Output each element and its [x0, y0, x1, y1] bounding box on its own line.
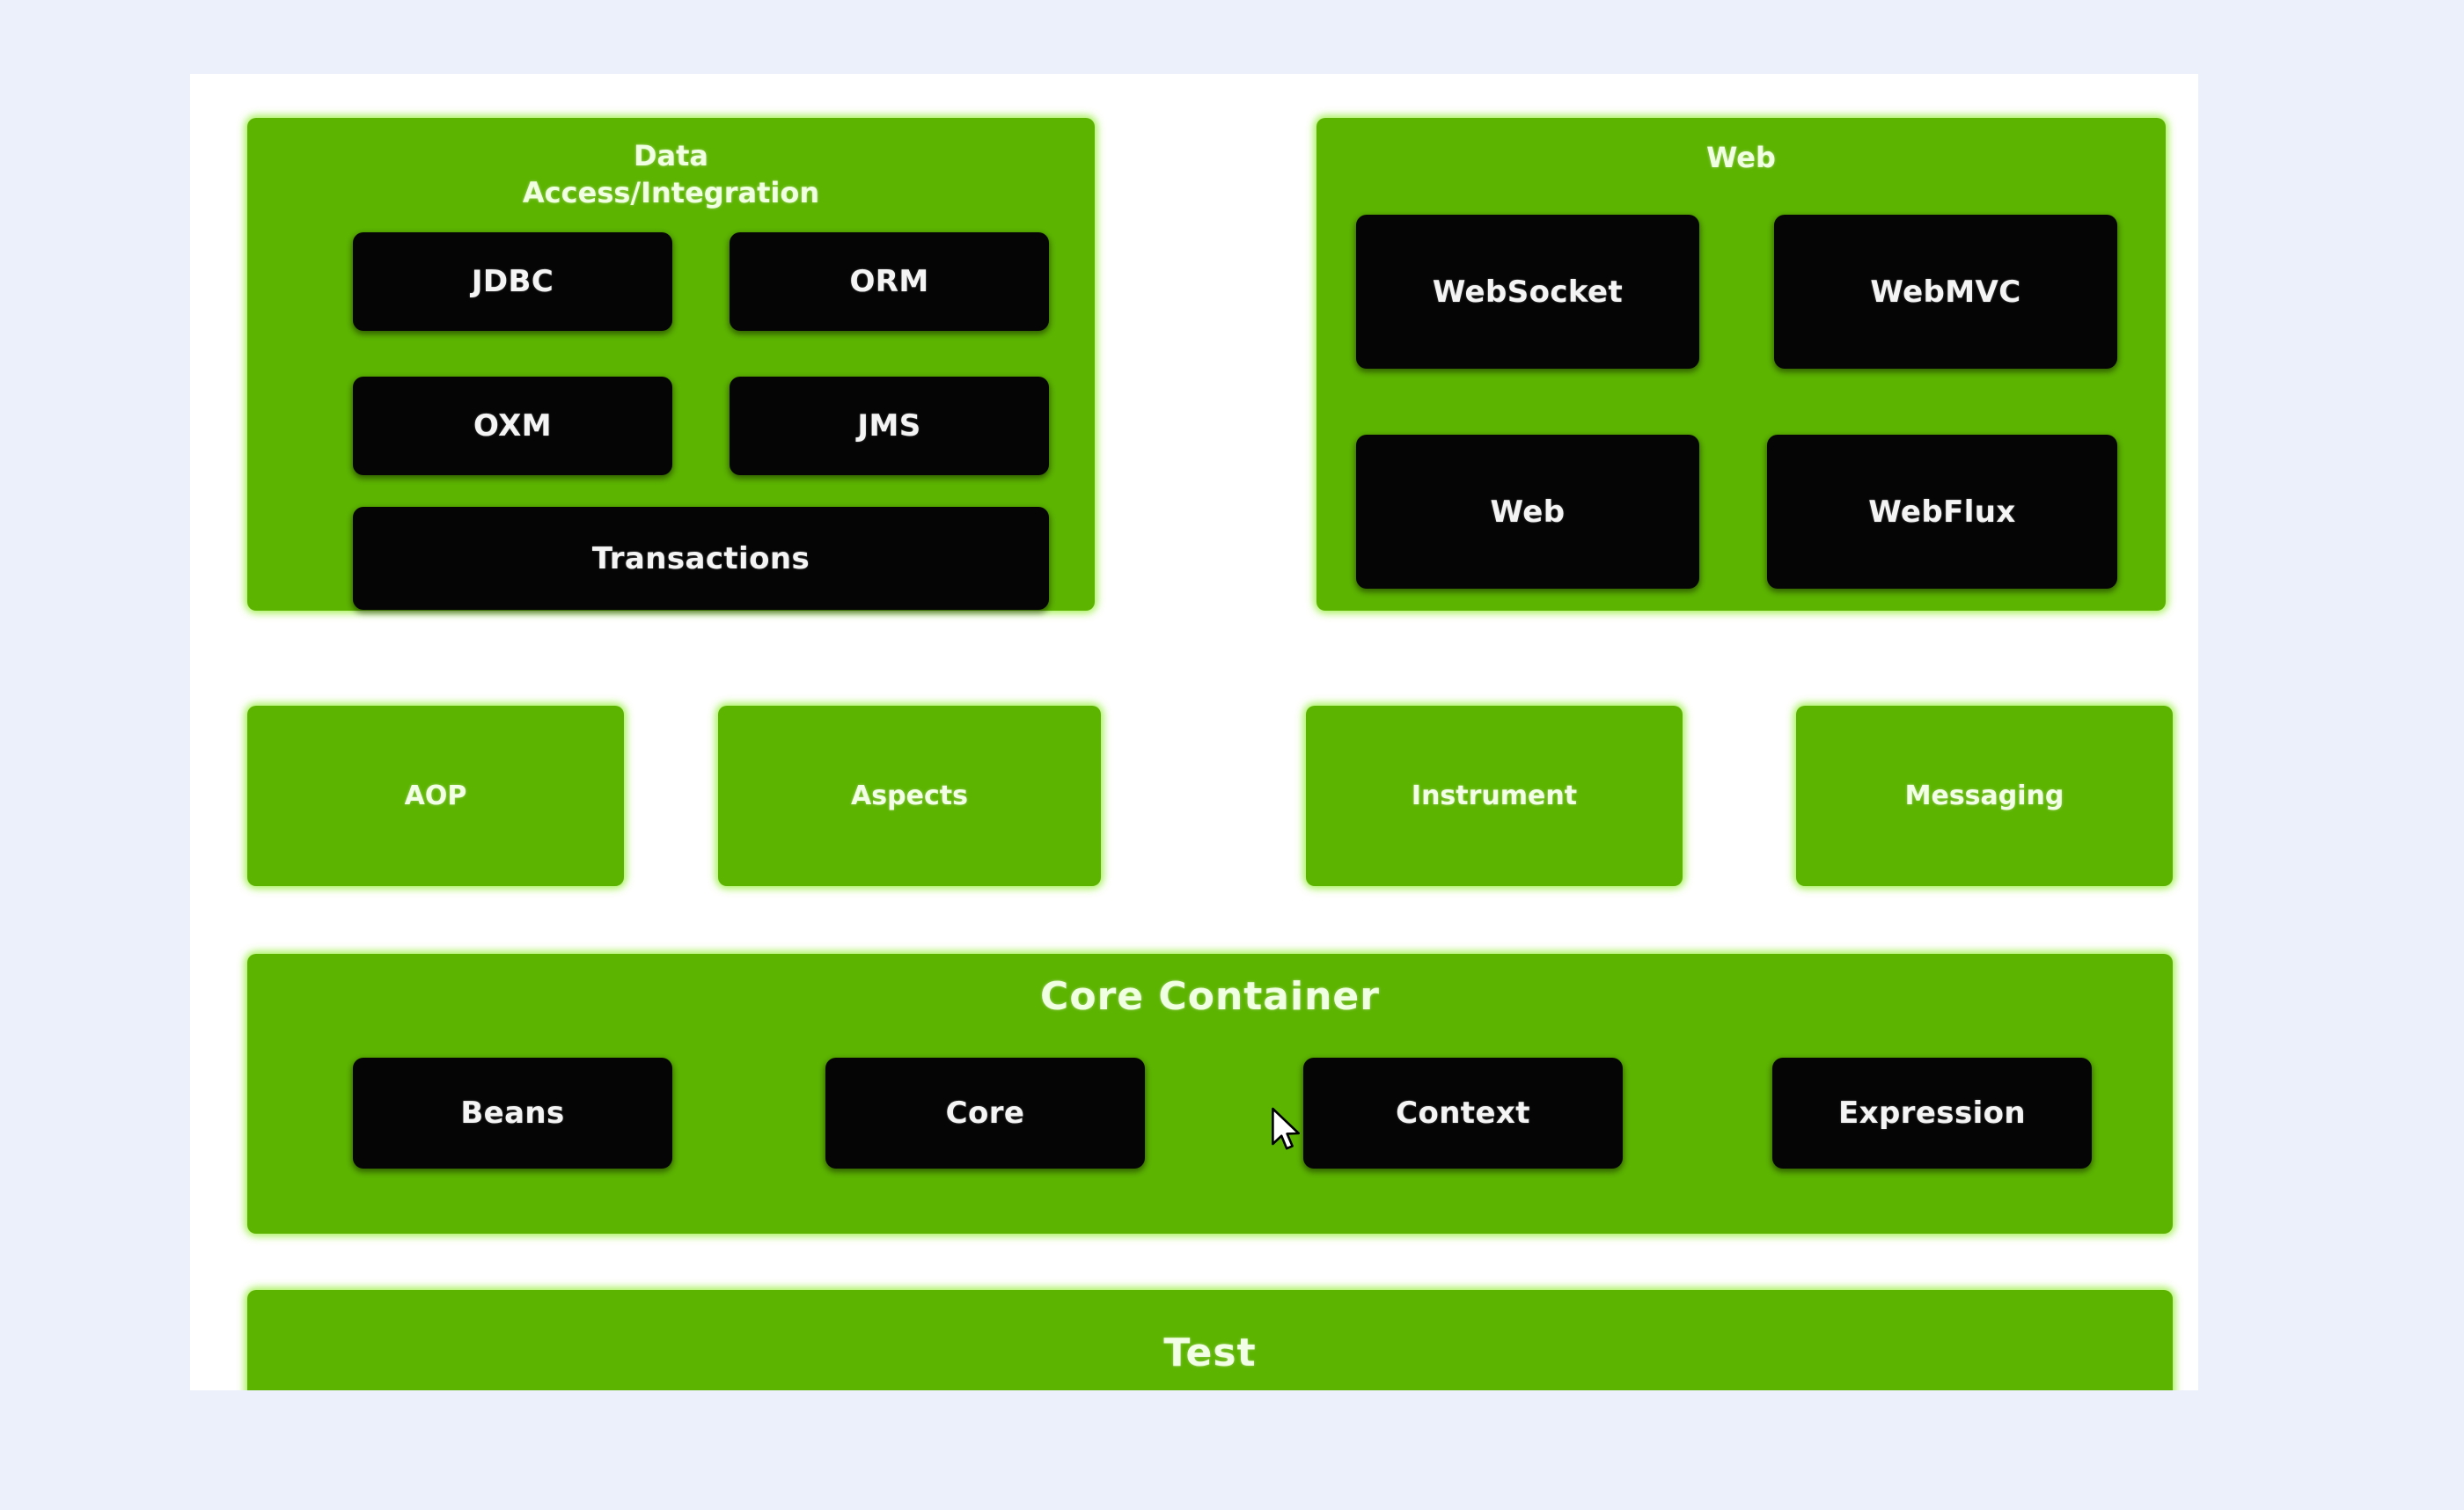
module-jms[interactable]: JMS [730, 377, 1049, 475]
module-beans[interactable]: Beans [353, 1058, 672, 1169]
spring-framework-diagram-canvas: Data Access/Integration JDBC ORM OXM JMS… [190, 74, 2198, 1390]
module-test[interactable]: Test [247, 1290, 2173, 1390]
group-title-data-access-integration: Data Access/Integration [247, 137, 1095, 211]
module-websocket[interactable]: WebSocket [1356, 215, 1699, 369]
module-oxm[interactable]: OXM [353, 377, 672, 475]
module-label-instrument: Instrument [1411, 781, 1578, 811]
module-aop[interactable]: AOP [247, 706, 624, 886]
group-title-web: Web [1316, 139, 2166, 176]
module-label-core: Core [945, 1096, 1025, 1131]
group-title-line1: Data [633, 139, 709, 172]
module-jdbc[interactable]: JDBC [353, 232, 672, 331]
module-label-websocket: WebSocket [1432, 274, 1624, 310]
group-title-core-container: Core Container [247, 973, 2173, 1021]
module-label-transactions: Transactions [591, 540, 810, 576]
group-title-line2: Access/Integration [522, 176, 820, 209]
group-core-container[interactable]: Core Container Beans Core Context Expres… [247, 954, 2173, 1234]
group-web[interactable]: Web WebSocket WebMVC Web WebFlux [1316, 118, 2166, 611]
module-label-webflux: WebFlux [1868, 494, 2016, 530]
module-context[interactable]: Context [1303, 1058, 1623, 1169]
module-label-oxm: OXM [473, 408, 552, 443]
module-webflux[interactable]: WebFlux [1767, 435, 2117, 589]
module-label-aop: AOP [404, 781, 467, 811]
module-label-messaging: Messaging [1904, 781, 2064, 811]
module-label-aspects: Aspects [851, 781, 968, 811]
group-title-line1: Core Container [1040, 974, 1380, 1019]
module-label-web: Web [1490, 494, 1566, 530]
module-transactions[interactable]: Transactions [353, 507, 1049, 610]
module-expression[interactable]: Expression [1772, 1058, 2092, 1169]
module-label-jdbc: JDBC [471, 264, 554, 299]
module-webmvc[interactable]: WebMVC [1774, 215, 2117, 369]
module-aspects[interactable]: Aspects [718, 706, 1101, 886]
module-instrument[interactable]: Instrument [1306, 706, 1683, 886]
module-label-expression: Expression [1837, 1096, 2026, 1131]
module-label-webmvc: WebMVC [1870, 274, 2021, 310]
module-orm[interactable]: ORM [730, 232, 1049, 331]
module-label-beans: Beans [460, 1096, 565, 1131]
module-label-jms: JMS [857, 408, 921, 443]
group-data-access-integration[interactable]: Data Access/Integration JDBC ORM OXM JMS… [247, 118, 1095, 611]
module-core[interactable]: Core [825, 1058, 1145, 1169]
module-label-context: Context [1396, 1096, 1530, 1131]
module-messaging[interactable]: Messaging [1796, 706, 2173, 886]
module-web[interactable]: Web [1356, 435, 1699, 589]
module-label-orm: ORM [849, 264, 929, 299]
module-label-test: Test [1163, 1330, 1257, 1375]
group-title-line1: Web [1706, 141, 1776, 174]
